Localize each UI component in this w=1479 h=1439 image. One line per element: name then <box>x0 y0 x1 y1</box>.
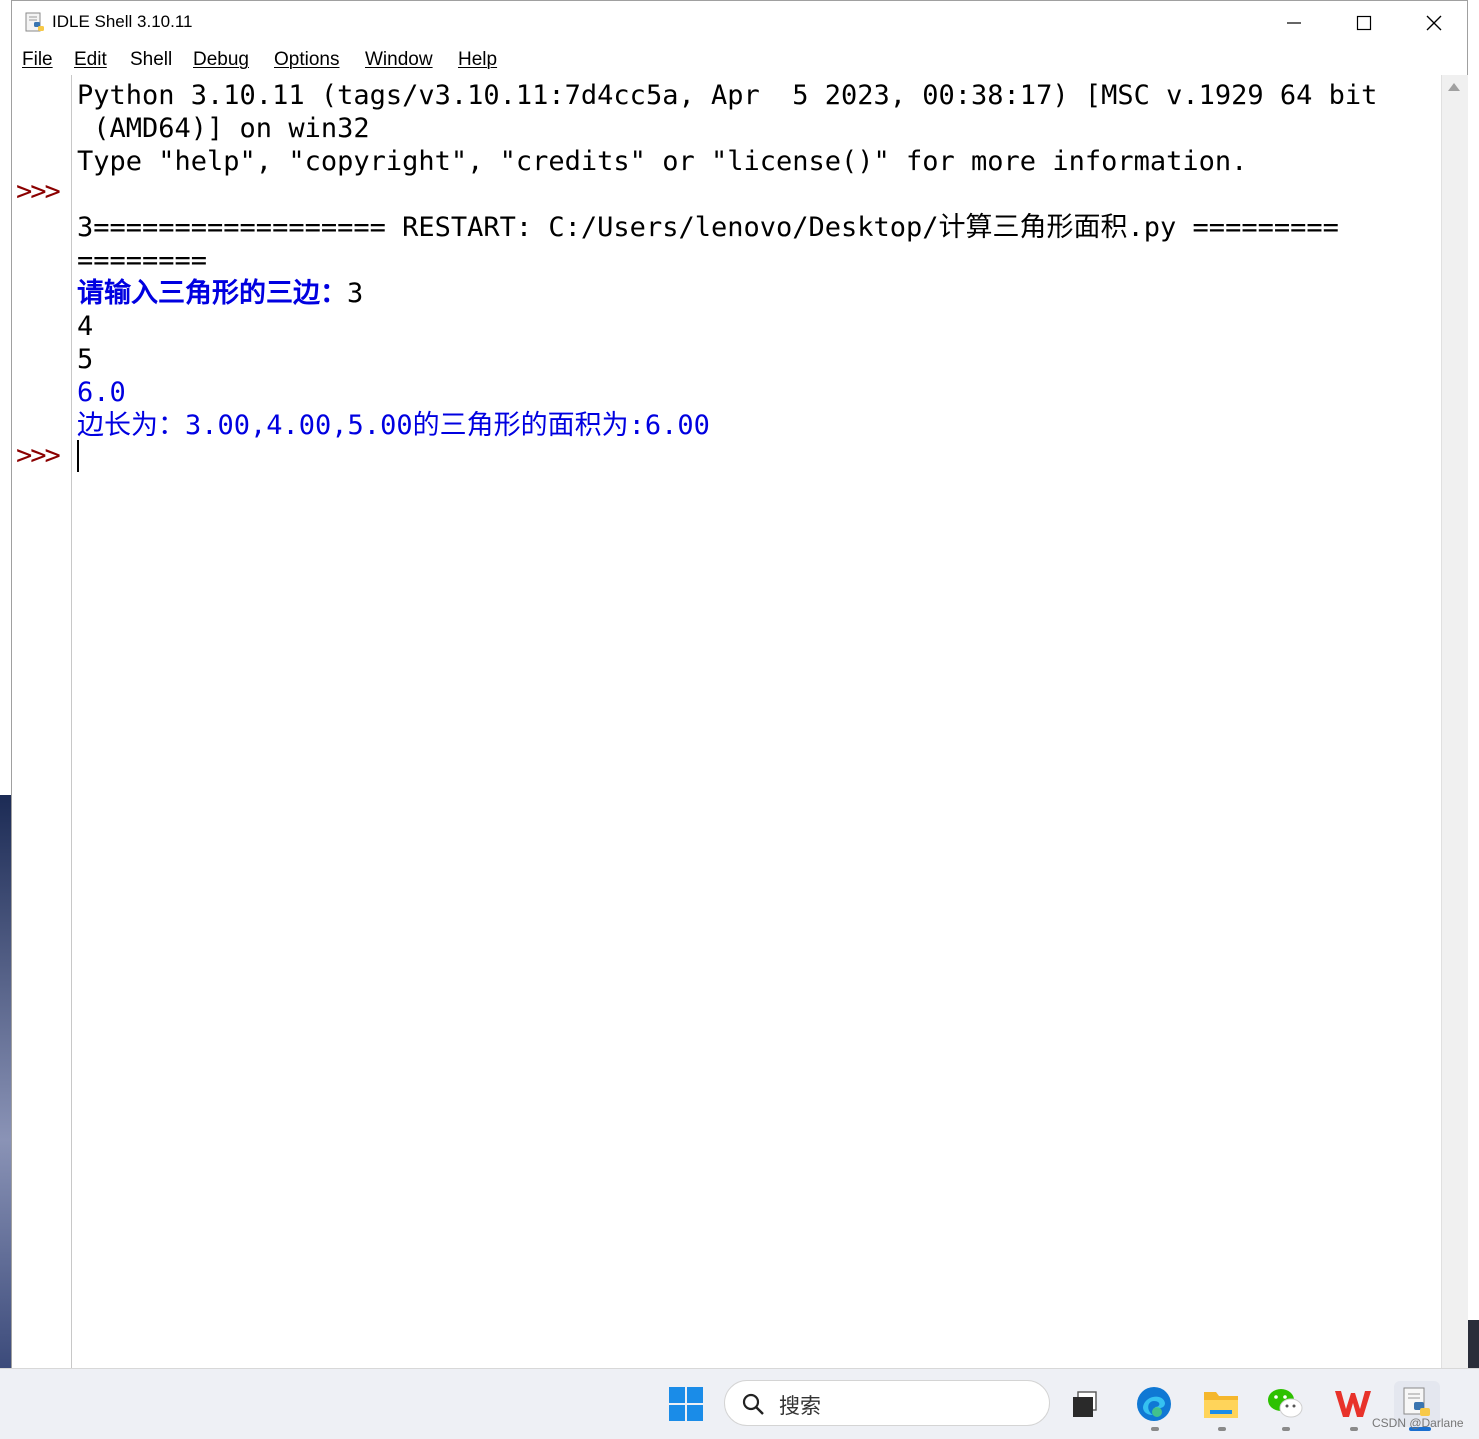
output-line: Python 3.10.11 (tags/v3.10.11:7d4cc5a, A… <box>77 80 1378 111</box>
wechat-running-indicator <box>1282 1427 1290 1431</box>
stdout-line: 6.0 <box>77 377 126 408</box>
maximize-button[interactable] <box>1329 1 1399 45</box>
text-cursor <box>77 440 79 472</box>
windows-start-button[interactable] <box>667 1385 705 1423</box>
watermark: CSDN @Darlane <box>1372 1416 1464 1430</box>
stdout-line: 边长为：3.00,4.00,5.00的三角形的面积为:6.00 <box>77 410 710 441</box>
menu-edit[interactable]: Edit <box>74 49 107 71</box>
user-input: 5 <box>77 344 94 375</box>
scroll-up-arrow-icon[interactable] <box>1448 83 1460 91</box>
restart-line: 3================== RESTART: C:/Users/le… <box>77 212 1339 243</box>
idle-shell-window: IDLE Shell 3.10.11 File Edit Shell Debug… <box>11 0 1468 1369</box>
menu-help[interactable]: Help <box>458 49 497 71</box>
wps-office-button[interactable] <box>1334 1385 1372 1423</box>
input-prompt-text: 请输入三角形的三边： <box>77 278 347 309</box>
shell-prompt: >>> <box>16 176 61 207</box>
close-icon <box>1426 15 1442 31</box>
shell-prompt: >>> <box>16 440 61 471</box>
edge-icon <box>1137 1387 1171 1421</box>
menu-bar: File Edit Shell Debug Options Window Hel… <box>12 45 1467 75</box>
user-input: 4 <box>77 311 94 342</box>
menu-window[interactable]: Window <box>365 49 433 71</box>
file-explorer-icon <box>1204 1392 1238 1418</box>
desktop-right-wallpaper <box>1468 1320 1479 1370</box>
menu-shell[interactable]: Shell <box>130 49 172 71</box>
desktop-right-edge <box>1468 0 1479 1370</box>
edge-running-indicator <box>1151 1427 1159 1431</box>
search-placeholder: 搜索 <box>779 1394 821 1418</box>
prompt-gutter: >>> >>> <box>12 75 72 1369</box>
stdout-line: 请输入三角形的三边：3 <box>77 277 363 310</box>
window-title: IDLE Shell 3.10.11 <box>52 12 193 31</box>
menu-debug[interactable]: Debug <box>193 49 249 71</box>
restart-line: ======== <box>77 245 208 276</box>
minimize-button[interactable] <box>1259 1 1329 45</box>
taskbar-search-box[interactable]: 搜索 <box>724 1380 1050 1426</box>
wechat-button[interactable] <box>1266 1385 1304 1423</box>
search-icon <box>742 1393 764 1415</box>
output-line: Type "help", "copyright", "credits" or "… <box>77 146 1248 177</box>
shell-text-area[interactable]: Python 3.10.11 (tags/v3.10.11:7d4cc5a, A… <box>72 75 1441 1369</box>
explorer-running-indicator <box>1218 1427 1226 1431</box>
user-input: 3 <box>347 278 364 309</box>
taskbar: 搜索 <box>0 1368 1479 1439</box>
windows-start-icon <box>669 1387 703 1421</box>
task-view-icon <box>1073 1391 1097 1417</box>
close-button[interactable] <box>1399 1 1469 45</box>
menu-options[interactable]: Options <box>274 49 339 71</box>
wps-icon <box>1335 1391 1371 1417</box>
title-bar[interactable]: IDLE Shell 3.10.11 <box>12 1 1467 45</box>
python-idle-icon <box>25 12 44 32</box>
task-view-button[interactable] <box>1066 1385 1104 1423</box>
wps-running-indicator <box>1350 1427 1358 1431</box>
output-line: (AMD64)] on win32 <box>77 113 370 144</box>
wechat-icon <box>1268 1389 1303 1418</box>
edge-browser-button[interactable] <box>1135 1385 1173 1423</box>
file-explorer-button[interactable] <box>1202 1385 1240 1423</box>
minimize-icon <box>1287 22 1301 24</box>
maximize-icon <box>1356 15 1372 31</box>
menu-file[interactable]: File <box>22 49 53 71</box>
vertical-scrollbar[interactable] <box>1441 75 1468 1369</box>
